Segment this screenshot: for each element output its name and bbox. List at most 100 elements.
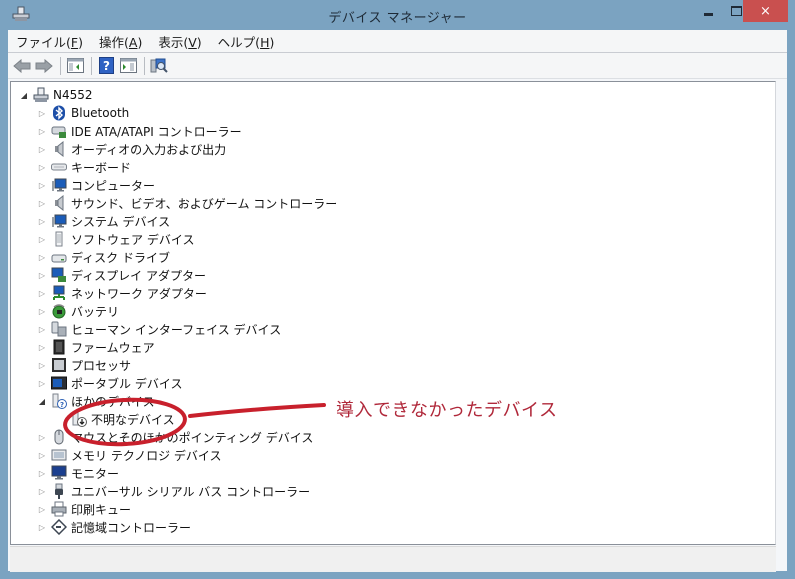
menu-view[interactable]: 表示(V): [150, 32, 209, 51]
expand-arrow-icon[interactable]: ▷: [37, 234, 47, 244]
expand-arrow-icon[interactable]: ▷: [37, 432, 47, 442]
menu-action-label: 操作(: [98, 34, 129, 50]
scan-hardware-button[interactable]: [149, 56, 169, 76]
computer-icon: [51, 213, 67, 229]
device-manager-window: デバイス マネージャー × ファイル(F) 操作(A) 表示(V) ヘルプ(H): [0, 0, 795, 579]
expand-arrow-icon[interactable]: ▷: [37, 468, 47, 478]
tree-category-node[interactable]: ▷ ポータブル デバイス: [37, 374, 182, 392]
bluetooth-icon: [51, 105, 67, 121]
tree-item-label: ネットワーク アダプター: [71, 286, 207, 301]
menu-help[interactable]: ヘルプ(H): [210, 32, 283, 51]
tree-category-node[interactable]: ▷ ディスプレイ アダプター: [37, 266, 206, 284]
tree-category-node[interactable]: ▷ モニター: [37, 464, 119, 482]
close-icon: ×: [760, 3, 771, 19]
expand-arrow-icon[interactable]: ▷: [37, 378, 47, 388]
svg-text:?: ?: [103, 59, 110, 73]
tree-item-label: ファームウェア: [71, 340, 155, 355]
tree-category-node[interactable]: ▷ ディスク ドライブ: [37, 248, 170, 266]
software-device-icon: [51, 231, 67, 247]
root-computer-icon: [33, 87, 49, 103]
unknown-device-icon: ?: [51, 393, 67, 409]
toolbar-separator: [91, 56, 92, 75]
forward-button[interactable]: [34, 56, 54, 76]
unknown-device-warning-icon: [71, 411, 87, 427]
tree-category-node[interactable]: ▷ プロセッサ: [37, 356, 131, 374]
expand-arrow-icon[interactable]: ▷: [37, 108, 47, 118]
expand-arrow-icon[interactable]: ▷: [37, 252, 47, 262]
tree-category-node[interactable]: ▷ オーディオの入力および出力: [37, 140, 226, 158]
tree-category-node[interactable]: ▷ システム デバイス: [37, 212, 170, 230]
tree-item-label: ディスプレイ アダプター: [71, 268, 206, 283]
expand-arrow-icon[interactable]: ▷: [37, 450, 47, 460]
expand-arrow-icon[interactable]: ▷: [37, 180, 47, 190]
collapse-arrow-icon[interactable]: ◢: [19, 90, 29, 100]
speaker-icon: [51, 140, 67, 158]
tree-category-node[interactable]: ▷ サウンド、ビデオ、およびゲーム コントローラー: [37, 194, 337, 212]
forward-arrow-icon: [35, 58, 53, 73]
tree-item-label: システム デバイス: [71, 214, 171, 229]
network-adapter-icon: [51, 285, 67, 301]
back-button[interactable]: [12, 56, 32, 76]
expand-arrow-icon[interactable]: ▷: [37, 216, 47, 226]
expand-arrow-icon[interactable]: ▷: [37, 504, 47, 514]
tree-category-node[interactable]: ▷ マウスとそのほかのポインティング デバイス: [37, 428, 313, 446]
expand-arrow-icon[interactable]: ▷: [37, 162, 47, 172]
tree-category-node[interactable]: ▷ ネットワーク アダプター: [37, 284, 207, 302]
expand-arrow-icon[interactable]: ▷: [37, 126, 47, 136]
tree-category-node[interactable]: ▷ IDE ATA/ATAPI コントローラー: [37, 122, 242, 140]
tree-category-node[interactable]: ▷ コンピューター: [37, 176, 155, 194]
expand-arrow-icon[interactable]: ▷: [37, 288, 47, 298]
expand-arrow-icon[interactable]: ▷: [37, 342, 47, 352]
tree-category-node[interactable]: ◢? ほかのデバイス: [37, 392, 155, 410]
title-bar[interactable]: デバイス マネージャー ×: [0, 0, 795, 30]
toolbar: ?: [8, 53, 787, 79]
portable-device-icon: [51, 375, 67, 391]
menu-action-suffix: ): [137, 34, 143, 50]
tree-device-node[interactable]: 不明なデバイス: [57, 410, 175, 428]
expand-arrow-icon[interactable]: ▷: [37, 360, 47, 370]
menu-action[interactable]: 操作(A): [91, 32, 150, 51]
tree-item-label: ディスク ドライブ: [71, 250, 170, 265]
toolbar-separator: [60, 56, 61, 75]
tree-category-node[interactable]: ▷ 印刷キュー: [37, 500, 131, 518]
monitor-icon: [51, 465, 67, 481]
collapse-arrow-icon[interactable]: ◢: [37, 396, 47, 406]
tree-category-node[interactable]: ▷ ヒューマン インターフェイス デバイス: [37, 320, 281, 338]
window-title: デバイス マネージャー: [328, 11, 467, 26]
menu-file[interactable]: ファイル(F): [8, 32, 91, 51]
show-hide-console-tree-icon: [66, 58, 84, 73]
tree-category-node[interactable]: ▷ Bluetooth: [37, 104, 129, 122]
ide-controller-icon: [51, 123, 67, 139]
toolbar-separator: [144, 56, 145, 75]
expand-arrow-icon[interactable]: ▷: [37, 306, 47, 316]
back-arrow-icon: [13, 58, 31, 73]
usb-icon: [51, 483, 67, 499]
properties-pane-button[interactable]: [118, 56, 138, 76]
help-button[interactable]: ?: [96, 56, 116, 76]
mouse-icon: [51, 429, 67, 445]
tree-category-node[interactable]: ▷ バッテリ: [37, 302, 119, 320]
expand-arrow-icon[interactable]: ▷: [37, 144, 47, 154]
tree-item-label: ソフトウェア デバイス: [71, 232, 195, 247]
expand-arrow-icon[interactable]: ▷: [37, 198, 47, 208]
tree-category-node[interactable]: ▷ キーボード: [37, 158, 131, 176]
expand-arrow-icon[interactable]: ▷: [37, 486, 47, 496]
annotation-label: 導入できなかったデバイス: [336, 400, 558, 421]
device-tree[interactable]: ◢ N4552 ▷ Bluetooth ▷ IDE ATA/ATAPI コントローラー ▷ オ…: [10, 81, 776, 545]
close-button[interactable]: ×: [743, 0, 788, 22]
expand-arrow-icon[interactable]: ▷: [37, 324, 47, 334]
firmware-icon: [51, 339, 67, 355]
tree-root-node[interactable]: ◢ N4552: [19, 86, 93, 104]
expand-arrow-icon[interactable]: ▷: [37, 522, 47, 532]
show-hide-console-tree-button[interactable]: [65, 56, 85, 76]
tree-category-node[interactable]: ▷ ユニバーサル シリアル バス コントローラー: [37, 482, 310, 500]
tree-item-label: 印刷キュー: [71, 502, 132, 517]
processor-icon: [51, 357, 67, 373]
tree-category-node[interactable]: ▷ メモリ テクノロジ デバイス: [37, 446, 222, 464]
tree-category-node[interactable]: ▷ ソフトウェア デバイス: [37, 230, 194, 248]
keyboard-icon: [51, 159, 67, 175]
expand-arrow-icon[interactable]: ▷: [37, 270, 47, 280]
minimize-button[interactable]: [695, 0, 721, 22]
tree-category-node[interactable]: ▷ 記憶域コントローラー: [37, 518, 191, 536]
tree-category-node[interactable]: ▷ ファームウェア: [37, 338, 155, 356]
